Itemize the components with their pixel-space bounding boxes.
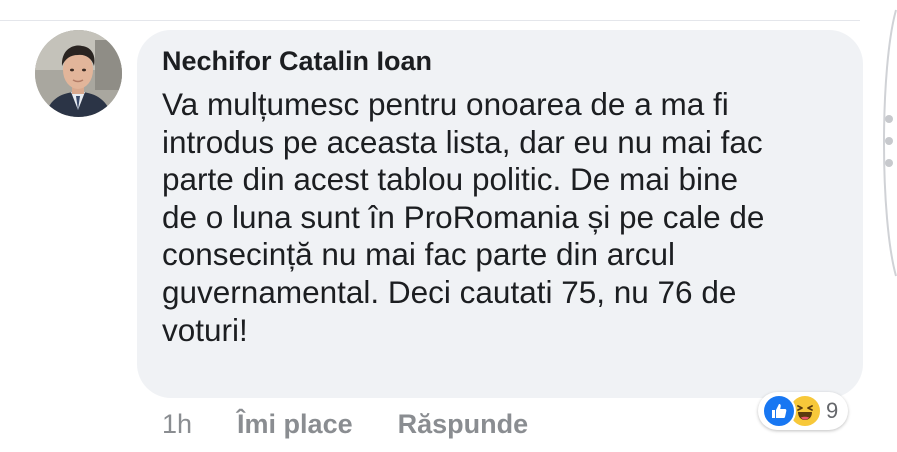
dot xyxy=(885,115,893,123)
profile-photo xyxy=(35,30,122,117)
comment-actions: 1h Îmi place Răspunde xyxy=(162,406,528,442)
reaction-count: 9 xyxy=(826,398,839,423)
comment-text: Va mulțumesc pentru onoarea de a ma fi i… xyxy=(162,86,842,349)
comment-screen: Nechifor Catalin Ioan Va mulțumesc pentr… xyxy=(0,0,897,452)
comment-line: parte din acest tablou politic. De mai b… xyxy=(162,161,739,198)
dot xyxy=(885,159,893,167)
avatar[interactable] xyxy=(35,30,122,117)
dot xyxy=(885,137,893,145)
like-button[interactable]: Îmi place xyxy=(237,409,353,440)
timestamp[interactable]: 1h xyxy=(162,409,192,440)
comment-line: guvernamental. Deci cautati 75, nu 76 de xyxy=(162,273,737,310)
comment-line: Va mulțumesc pentru onoarea de a ma fi xyxy=(162,86,729,122)
reactions-summary[interactable]: 9 xyxy=(758,392,849,430)
comment-line: consecință nu mai fac parte din arcul xyxy=(162,236,676,273)
comment-line: de o luna sunt în ProRomania și pe cale … xyxy=(162,198,765,235)
more-options-icon[interactable] xyxy=(882,115,896,175)
like-icon xyxy=(762,394,796,428)
comment-line: introdus pe aceasta lista, dar eu nu mai… xyxy=(162,123,763,160)
divider xyxy=(0,20,860,21)
reply-button[interactable]: Răspunde xyxy=(398,409,529,440)
author-name[interactable]: Nechifor Catalin Ioan xyxy=(162,46,432,77)
comment-bubble: Nechifor Catalin Ioan Va mulțumesc pentr… xyxy=(137,30,863,398)
comment-line: voturi! xyxy=(162,311,248,348)
